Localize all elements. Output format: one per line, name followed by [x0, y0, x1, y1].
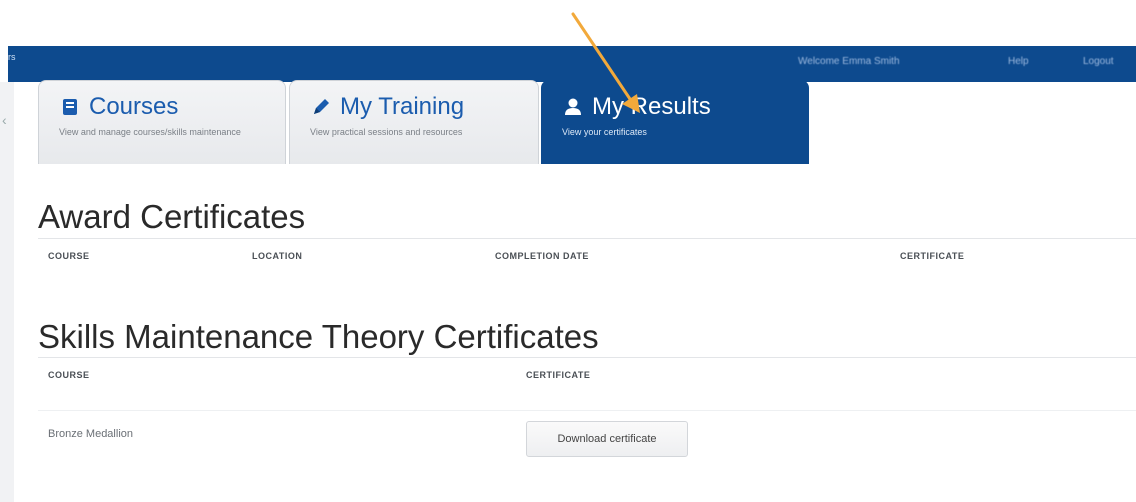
user-icon — [562, 96, 584, 118]
tab-courses-label: Courses — [89, 93, 179, 120]
tab-courses-description: View and manage courses/skills maintenan… — [59, 127, 241, 137]
tab-my-results-label: My Results — [592, 93, 711, 120]
tab-my-training[interactable]: My Training View practical sessions and … — [289, 80, 539, 164]
award-col-completion-date: COMPLETION DATE — [495, 251, 589, 261]
skills-certificates-heading: Skills Maintenance Theory Certificates — [38, 318, 599, 355]
divider — [38, 410, 1136, 411]
award-col-certificate: CERTIFICATE — [900, 251, 965, 261]
tab-my-training-description: View practical sessions and resources — [310, 127, 463, 137]
tab-courses[interactable]: Courses View and manage courses/skills m… — [38, 80, 286, 164]
divider — [38, 238, 1136, 239]
tab-my-results[interactable]: My Results View your certificates — [541, 80, 809, 164]
logout-link[interactable]: Logout — [1083, 56, 1114, 67]
book-icon — [59, 96, 81, 118]
table-row-course: Bronze Medallion — [48, 428, 133, 440]
award-certificates-heading: Award Certificates — [38, 198, 306, 235]
divider — [38, 357, 1136, 358]
top-navigation-bar: rs Welcome Emma Smith Help Logout — [8, 46, 1136, 82]
left-edge-panel: ‹ — [0, 82, 14, 502]
help-link[interactable]: Help — [1008, 56, 1029, 67]
header-left-mark: rs — [8, 52, 16, 62]
tab-my-results-description: View your certificates — [562, 127, 647, 137]
pencil-icon — [310, 96, 332, 118]
award-col-course: COURSE — [48, 251, 90, 261]
tab-my-training-label: My Training — [340, 93, 465, 120]
welcome-user-text: Welcome Emma Smith — [798, 56, 900, 67]
chevron-left-icon: ‹ — [2, 112, 7, 128]
skills-col-certificate: CERTIFICATE — [526, 370, 591, 380]
download-certificate-button[interactable]: Download certificate — [526, 421, 688, 457]
skills-col-course: COURSE — [48, 370, 90, 380]
award-col-location: LOCATION — [252, 251, 303, 261]
